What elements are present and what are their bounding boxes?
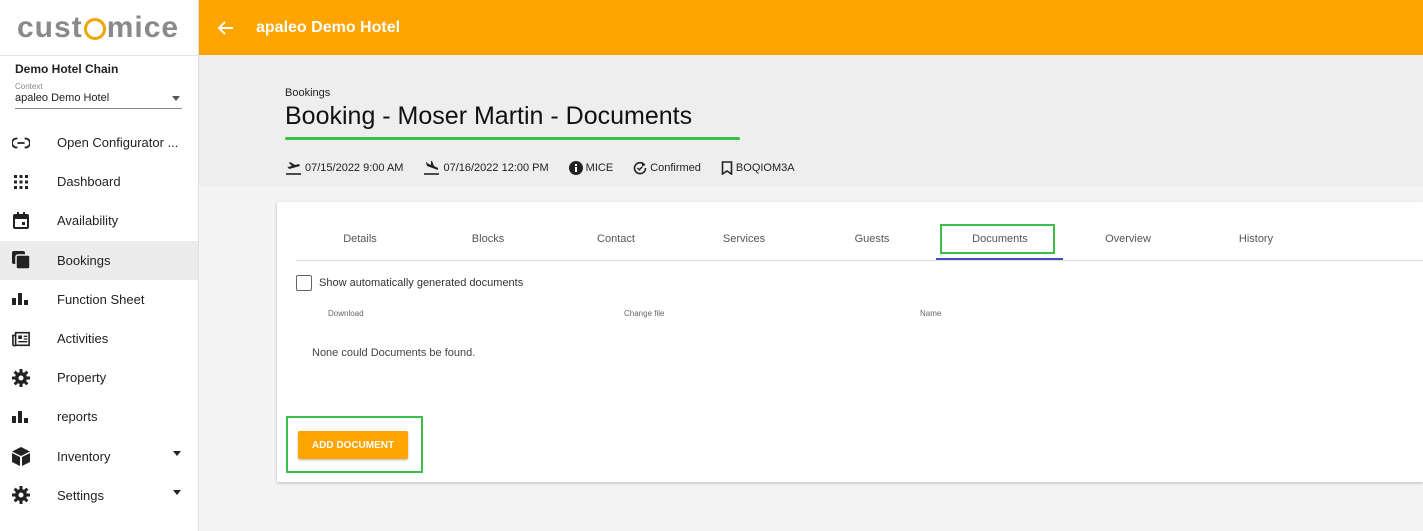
sidebar-item-label: Dashboard xyxy=(57,174,121,190)
tab-blocks[interactable]: Blocks xyxy=(424,233,552,245)
tab-contact[interactable]: Contact xyxy=(552,233,680,245)
sidebar-item-availability[interactable]: Availability xyxy=(0,201,198,240)
logo-text-start: cust xyxy=(17,10,83,44)
flight-takeoff-icon xyxy=(286,162,301,175)
sidebar-item-activities[interactable]: Activities xyxy=(0,319,198,358)
context-value: apaleo Demo Hotel xyxy=(15,92,110,104)
add-document-button[interactable]: ADD DOCUMENT xyxy=(298,431,408,459)
booking-status-label: Confirmed xyxy=(650,162,701,174)
tab-history[interactable]: History xyxy=(1192,233,1320,245)
gear-icon xyxy=(12,368,30,387)
booking-tabs: Details Blocks Contact Services Guests D… xyxy=(296,202,1423,261)
sidebar-item-label: Activities xyxy=(57,331,109,347)
sidebar-item-label: Availability xyxy=(57,213,119,229)
sidebar-item-label: Open Configurator ... xyxy=(57,135,179,151)
empty-state-message: None could Documents be found. xyxy=(312,347,476,359)
tab-overview[interactable]: Overview xyxy=(1064,233,1192,245)
sidebar-item-inventory[interactable]: Inventory xyxy=(0,437,198,476)
booking-type: MICE xyxy=(568,161,614,175)
caret-down-icon[interactable] xyxy=(173,489,181,495)
booking-header: Bookings Booking - Moser Martin - Docume… xyxy=(199,55,1423,186)
booking-code: BOQIOM3A xyxy=(721,161,795,175)
arrival-info: 07/15/2022 9:00 AM xyxy=(285,161,403,175)
sidebar-item-property[interactable]: Property xyxy=(0,358,198,397)
sidebar-nav: Open Configurator ... Dashboard Availabi… xyxy=(0,123,198,515)
gear-icon xyxy=(12,486,30,505)
sidebar-item-open-configurator[interactable]: Open Configurator ... xyxy=(0,123,198,162)
logo-text-end: mice xyxy=(106,10,180,44)
sidebar-item-function-sheet[interactable]: Function Sheet xyxy=(0,280,198,319)
documents-tab-highlight xyxy=(940,224,1055,254)
bookings-icon xyxy=(12,251,30,270)
column-header-download: Download xyxy=(328,309,364,318)
sidebar-item-label: Settings xyxy=(57,487,104,503)
newspaper-icon xyxy=(12,330,30,348)
sidebar-item-label: Bookings xyxy=(57,252,111,268)
sidebar: cust mice Demo Hotel Chain Context apaleo… xyxy=(0,0,199,531)
tab-services[interactable]: Services xyxy=(680,233,808,245)
tab-details[interactable]: Details xyxy=(296,233,424,245)
fingerprint-icon xyxy=(83,17,106,40)
booking-status: Confirmed xyxy=(633,161,701,175)
show-auto-documents-checkbox[interactable] xyxy=(296,275,312,291)
sidebar-item-label: Inventory xyxy=(57,448,111,464)
arrival-datetime: 07/15/2022 9:00 AM xyxy=(305,162,404,174)
bookmark-icon xyxy=(721,161,733,175)
calendar-icon xyxy=(12,212,30,230)
bar-chart-icon xyxy=(12,290,30,308)
booking-meta: 07/15/2022 9:00 AM 07/16/2022 12:00 PM M… xyxy=(285,161,815,175)
grid-icon xyxy=(12,173,30,191)
sidebar-item-settings[interactable]: Settings xyxy=(0,476,198,515)
departure-info: 07/16/2022 12:00 PM xyxy=(423,161,549,175)
booking-code-label: BOQIOM3A xyxy=(735,162,795,174)
sidebar-item-label: Function Sheet xyxy=(57,291,145,307)
caret-down-icon[interactable] xyxy=(173,450,181,456)
active-tab-indicator xyxy=(936,258,1063,260)
departure-datetime: 07/16/2022 12:00 PM xyxy=(443,162,549,174)
breadcrumb[interactable]: Bookings xyxy=(285,87,330,99)
hotel-chain-name: Demo Hotel Chain xyxy=(15,62,119,76)
sidebar-item-dashboard[interactable]: Dashboard xyxy=(0,162,198,201)
flight-landing-icon xyxy=(424,161,440,175)
sidebar-item-bookings[interactable]: Bookings xyxy=(0,240,198,280)
cube-icon xyxy=(12,446,30,466)
column-header-name: Name xyxy=(920,309,942,318)
caret-down-icon xyxy=(172,96,180,101)
hotel-title: apaleo Demo Hotel xyxy=(256,18,401,36)
documents-card: Details Blocks Contact Services Guests D… xyxy=(277,202,1423,482)
context-select[interactable]: apaleo Demo Hotel xyxy=(15,92,182,109)
sidebar-item-reports[interactable]: reports xyxy=(0,397,198,436)
show-auto-documents-row[interactable]: Show automatically generated documents xyxy=(296,275,523,291)
show-auto-documents-label: Show automatically generated documents xyxy=(319,277,524,289)
booking-type-label: MICE xyxy=(585,162,614,174)
bar-chart-icon xyxy=(12,408,30,426)
status-refresh-icon xyxy=(633,161,647,175)
column-header-change-file: Change file xyxy=(624,309,665,318)
tab-guests[interactable]: Guests xyxy=(808,233,936,245)
top-app-bar: apaleo Demo Hotel xyxy=(199,0,1423,55)
info-icon xyxy=(568,161,583,175)
sidebar-item-label: reports xyxy=(57,409,98,425)
link-icon xyxy=(12,134,30,152)
title-highlight-underline xyxy=(285,137,740,140)
sidebar-item-label: Property xyxy=(57,370,107,386)
customice-logo[interactable]: cust mice xyxy=(0,0,198,56)
page-title: Booking - Moser Martin - Documents xyxy=(285,102,693,130)
back-arrow-icon[interactable] xyxy=(217,19,235,37)
context-label: Context xyxy=(15,82,43,91)
